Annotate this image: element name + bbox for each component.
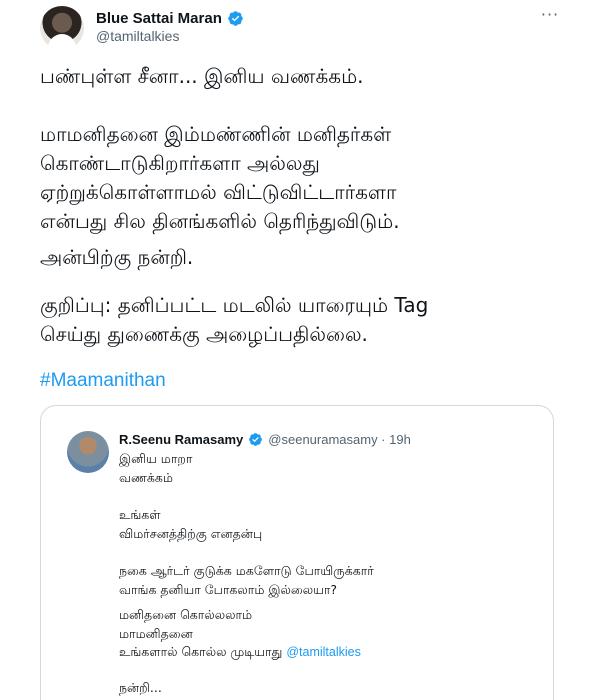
tweet-line: கொண்டாடுகிறார்களா அல்லது xyxy=(40,151,320,175)
tweet-line: குறிப்பு: தனிப்பட்ட மடலில் யாரையும் Tag xyxy=(40,293,429,317)
verified-badge-icon xyxy=(249,433,263,446)
tweet-header: Blue Sattai Maran @tamiltalkies ··· xyxy=(40,6,570,50)
quoted-line-text: உங்களால் கொல்ல முடியாது xyxy=(119,644,283,659)
verified-badge-icon xyxy=(228,11,243,26)
quoted-line: மனிதனை கொல்லலாம் xyxy=(119,607,253,622)
quoted-line: உங்கள் xyxy=(119,507,161,522)
quoted-tweet-header: R.Seenu Ramasamy @seenuramasamy · 19h xyxy=(119,432,411,447)
tweet-line: மாமனிதனை இம்மண்ணின் மனிதர்கள் xyxy=(40,122,392,146)
mention-link[interactable]: @tamiltalkies xyxy=(286,645,361,659)
author-name-row: Blue Sattai Maran xyxy=(96,10,244,27)
quoted-line: மாமனிதனை xyxy=(119,626,193,641)
author-avatar[interactable] xyxy=(40,6,84,50)
quoted-line: விமர்சனத்திற்கு எனதன்பு xyxy=(119,526,263,541)
tweet-line: செய்து துணைக்கு அழைப்பதில்லை. xyxy=(40,322,368,346)
tweet-paragraph-3: அன்பிற்கு நன்றி. xyxy=(40,245,194,269)
quoted-author-name: R.Seenu Ramasamy xyxy=(119,432,244,447)
tweet-paragraph-1: பண்புள்ள சீனா... இனிய வணக்கம். xyxy=(40,64,364,88)
quoted-line: உங்களால் கொல்ல முடியாது @tamiltalkies xyxy=(119,644,361,661)
quoted-line: வணக்கம் xyxy=(119,470,173,485)
quoted-line: நகை ஆர்டர் குடுக்க மகளோடு போயிருக்கார் xyxy=(119,563,374,578)
hashtag-link[interactable]: #Maamanithan xyxy=(40,370,166,392)
tweet-paragraph-4: குறிப்பு: தனிப்பட்ட மடலில் யாரையும் Tag … xyxy=(40,291,428,349)
quoted-tweet-card[interactable]: R.Seenu Ramasamy @seenuramasamy · 19h இன… xyxy=(40,405,554,700)
author-handle[interactable]: @tamiltalkies xyxy=(96,28,179,44)
author-display-name[interactable]: Blue Sattai Maran xyxy=(96,10,222,27)
quoted-line: இனிய மாறா xyxy=(119,451,193,466)
more-horizontal-icon[interactable]: ··· xyxy=(540,7,560,28)
tweet-line: ஏற்றுக்கொள்ளாமல் விட்டுவிட்டார்களா xyxy=(40,180,397,204)
quoted-author-avatar xyxy=(67,431,109,473)
quoted-author-handle-time: @seenuramasamy · 19h xyxy=(268,432,411,447)
tweet-line: என்பது சில தினங்களில் தெரிந்துவிடும். xyxy=(40,209,400,233)
quoted-closing: நன்றி... xyxy=(119,680,162,695)
tweet-paragraph-2: மாமனிதனை இம்மண்ணின் மனிதர்கள் கொண்டாடுகி… xyxy=(40,120,400,236)
quoted-line: வாங்க தனியா போகலாம் இல்லையா? xyxy=(119,582,337,597)
